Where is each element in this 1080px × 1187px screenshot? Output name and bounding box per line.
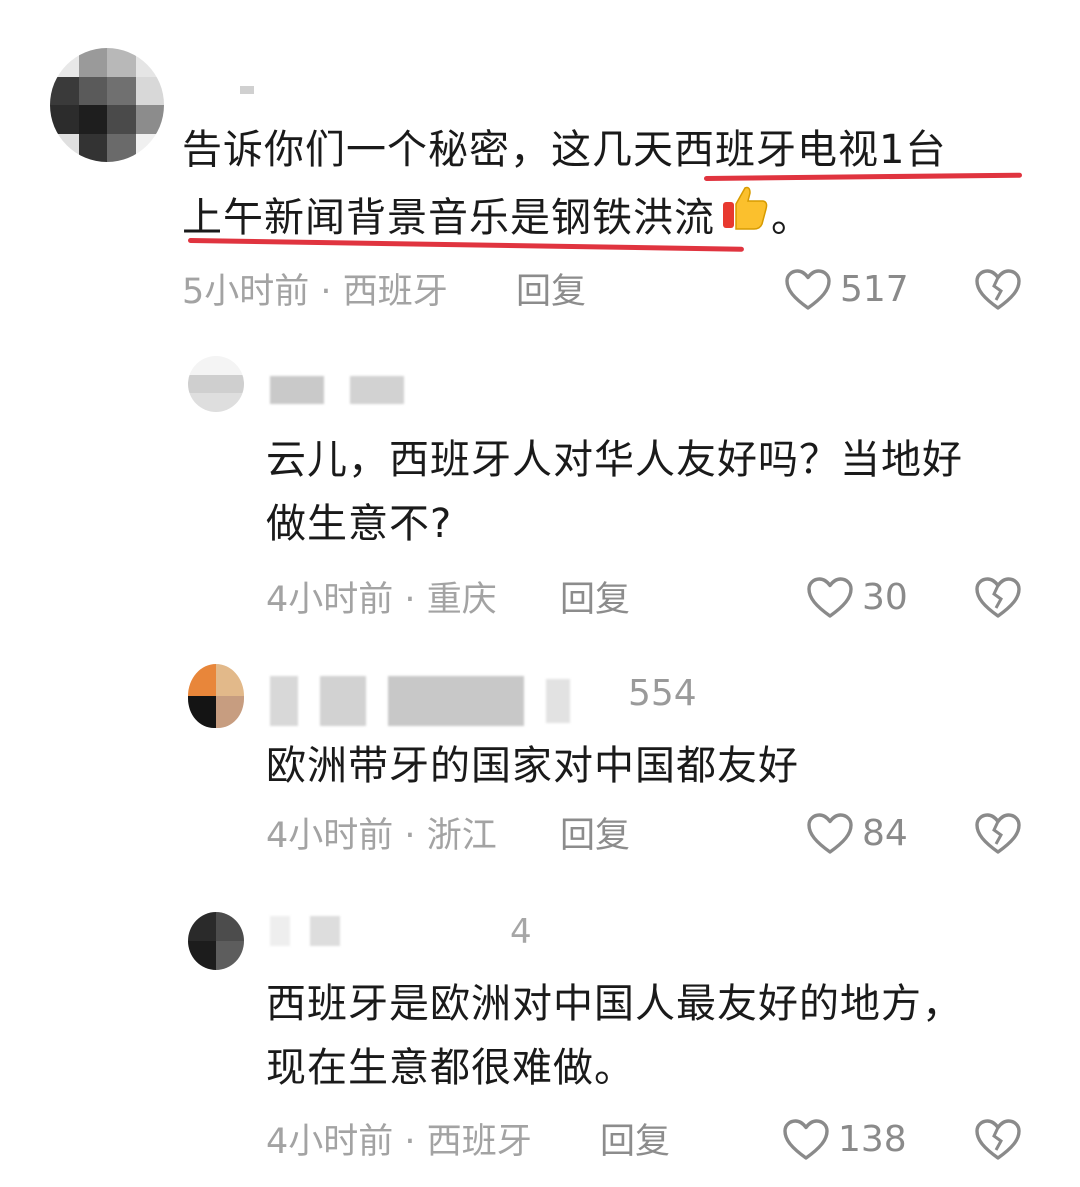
avatar[interactable] xyxy=(50,48,164,162)
comment-text: 告诉你们一个秘密，这几天西班牙电视1台 上午新闻背景音乐是钢铁洪流 。 xyxy=(182,118,1042,253)
comment-location: 西班牙 xyxy=(426,1122,532,1162)
comment-location: 重庆 xyxy=(426,580,497,620)
comment-text: 西班牙是欧洲对中国人最友好的地方， 现在生意都很难做。 xyxy=(266,972,1046,1100)
like-count: 517 xyxy=(840,269,909,310)
like-count: 30 xyxy=(862,577,908,618)
username-blurred[interactable] xyxy=(270,376,404,404)
comment-meta: 4小时前 · 浙江 xyxy=(266,814,497,858)
comment-meta: 4小时前 · 西班牙 xyxy=(266,1120,532,1164)
thumbs-up-icon xyxy=(719,182,771,253)
broken-heart-icon xyxy=(974,576,1022,620)
dislike-button[interactable] xyxy=(974,1118,1022,1162)
meta-separator: · xyxy=(404,1122,416,1162)
avatar[interactable] xyxy=(188,664,244,728)
broken-heart-icon xyxy=(974,1118,1022,1162)
comment-text-line-1: 欧洲带牙的国家对中国都友好 xyxy=(266,743,799,789)
comment-time: 4小时前 xyxy=(266,580,394,620)
comment-meta: 4小时前 · 重庆 xyxy=(266,578,497,622)
comment-text: 欧洲带牙的国家对中国都友好 xyxy=(266,734,1046,798)
comment-meta: 5小时前 · 西班牙 xyxy=(182,270,448,314)
heart-outline-icon xyxy=(784,268,832,312)
comment-location: 西班牙 xyxy=(342,272,448,312)
reply-button[interactable]: 回复 xyxy=(560,578,630,622)
comment-text-line-2: 做生意不? xyxy=(266,501,453,547)
dislike-button[interactable] xyxy=(974,812,1022,856)
username-blurred[interactable] xyxy=(240,86,254,94)
comment-text-suffix: 。 xyxy=(771,194,812,241)
reply-button[interactable]: 回复 xyxy=(560,814,630,858)
comment-time: 4小时前 xyxy=(266,816,394,856)
dislike-button[interactable] xyxy=(974,576,1022,620)
username-blurred[interactable] xyxy=(270,676,570,726)
comment-time: 5小时前 xyxy=(182,272,310,312)
reply-button[interactable]: 回复 xyxy=(600,1120,670,1164)
comment-text-line-2: 现在生意都很难做。 xyxy=(266,1045,635,1091)
username-fragment: 4 xyxy=(510,912,532,952)
comment-time: 4小时前 xyxy=(266,1122,394,1162)
reply-button[interactable]: 回复 xyxy=(516,270,586,314)
meta-separator: · xyxy=(404,580,416,620)
comment-location: 浙江 xyxy=(426,816,497,856)
like-button[interactable]: 138 xyxy=(782,1118,907,1162)
meta-separator: · xyxy=(404,816,416,856)
meta-separator: · xyxy=(320,272,332,312)
comment-text-line-1: 西班牙是欧洲对中国人最友好的地方， xyxy=(266,981,963,1027)
heart-outline-icon xyxy=(806,576,854,620)
username-blurred[interactable] xyxy=(270,916,340,946)
dislike-button[interactable] xyxy=(974,268,1022,312)
broken-heart-icon xyxy=(974,812,1022,856)
comment-text-line-1: 告诉你们一个秘密，这几天西班牙电视1台 xyxy=(182,127,947,173)
like-button[interactable]: 84 xyxy=(806,812,908,856)
broken-heart-icon xyxy=(974,268,1022,312)
like-count: 138 xyxy=(838,1119,907,1160)
like-count: 84 xyxy=(862,813,908,854)
heart-outline-icon xyxy=(806,812,854,856)
heart-outline-icon xyxy=(782,1118,830,1162)
username-fragment: 554 xyxy=(628,673,697,714)
avatar[interactable] xyxy=(188,356,244,412)
comment-text-line-1: 云儿，西班牙人对华人友好吗？当地好 xyxy=(266,437,963,483)
like-button[interactable]: 517 xyxy=(784,268,909,312)
avatar[interactable] xyxy=(188,912,244,970)
comment-text: 云儿，西班牙人对华人友好吗？当地好 做生意不? xyxy=(266,428,1046,556)
like-button[interactable]: 30 xyxy=(806,576,908,620)
